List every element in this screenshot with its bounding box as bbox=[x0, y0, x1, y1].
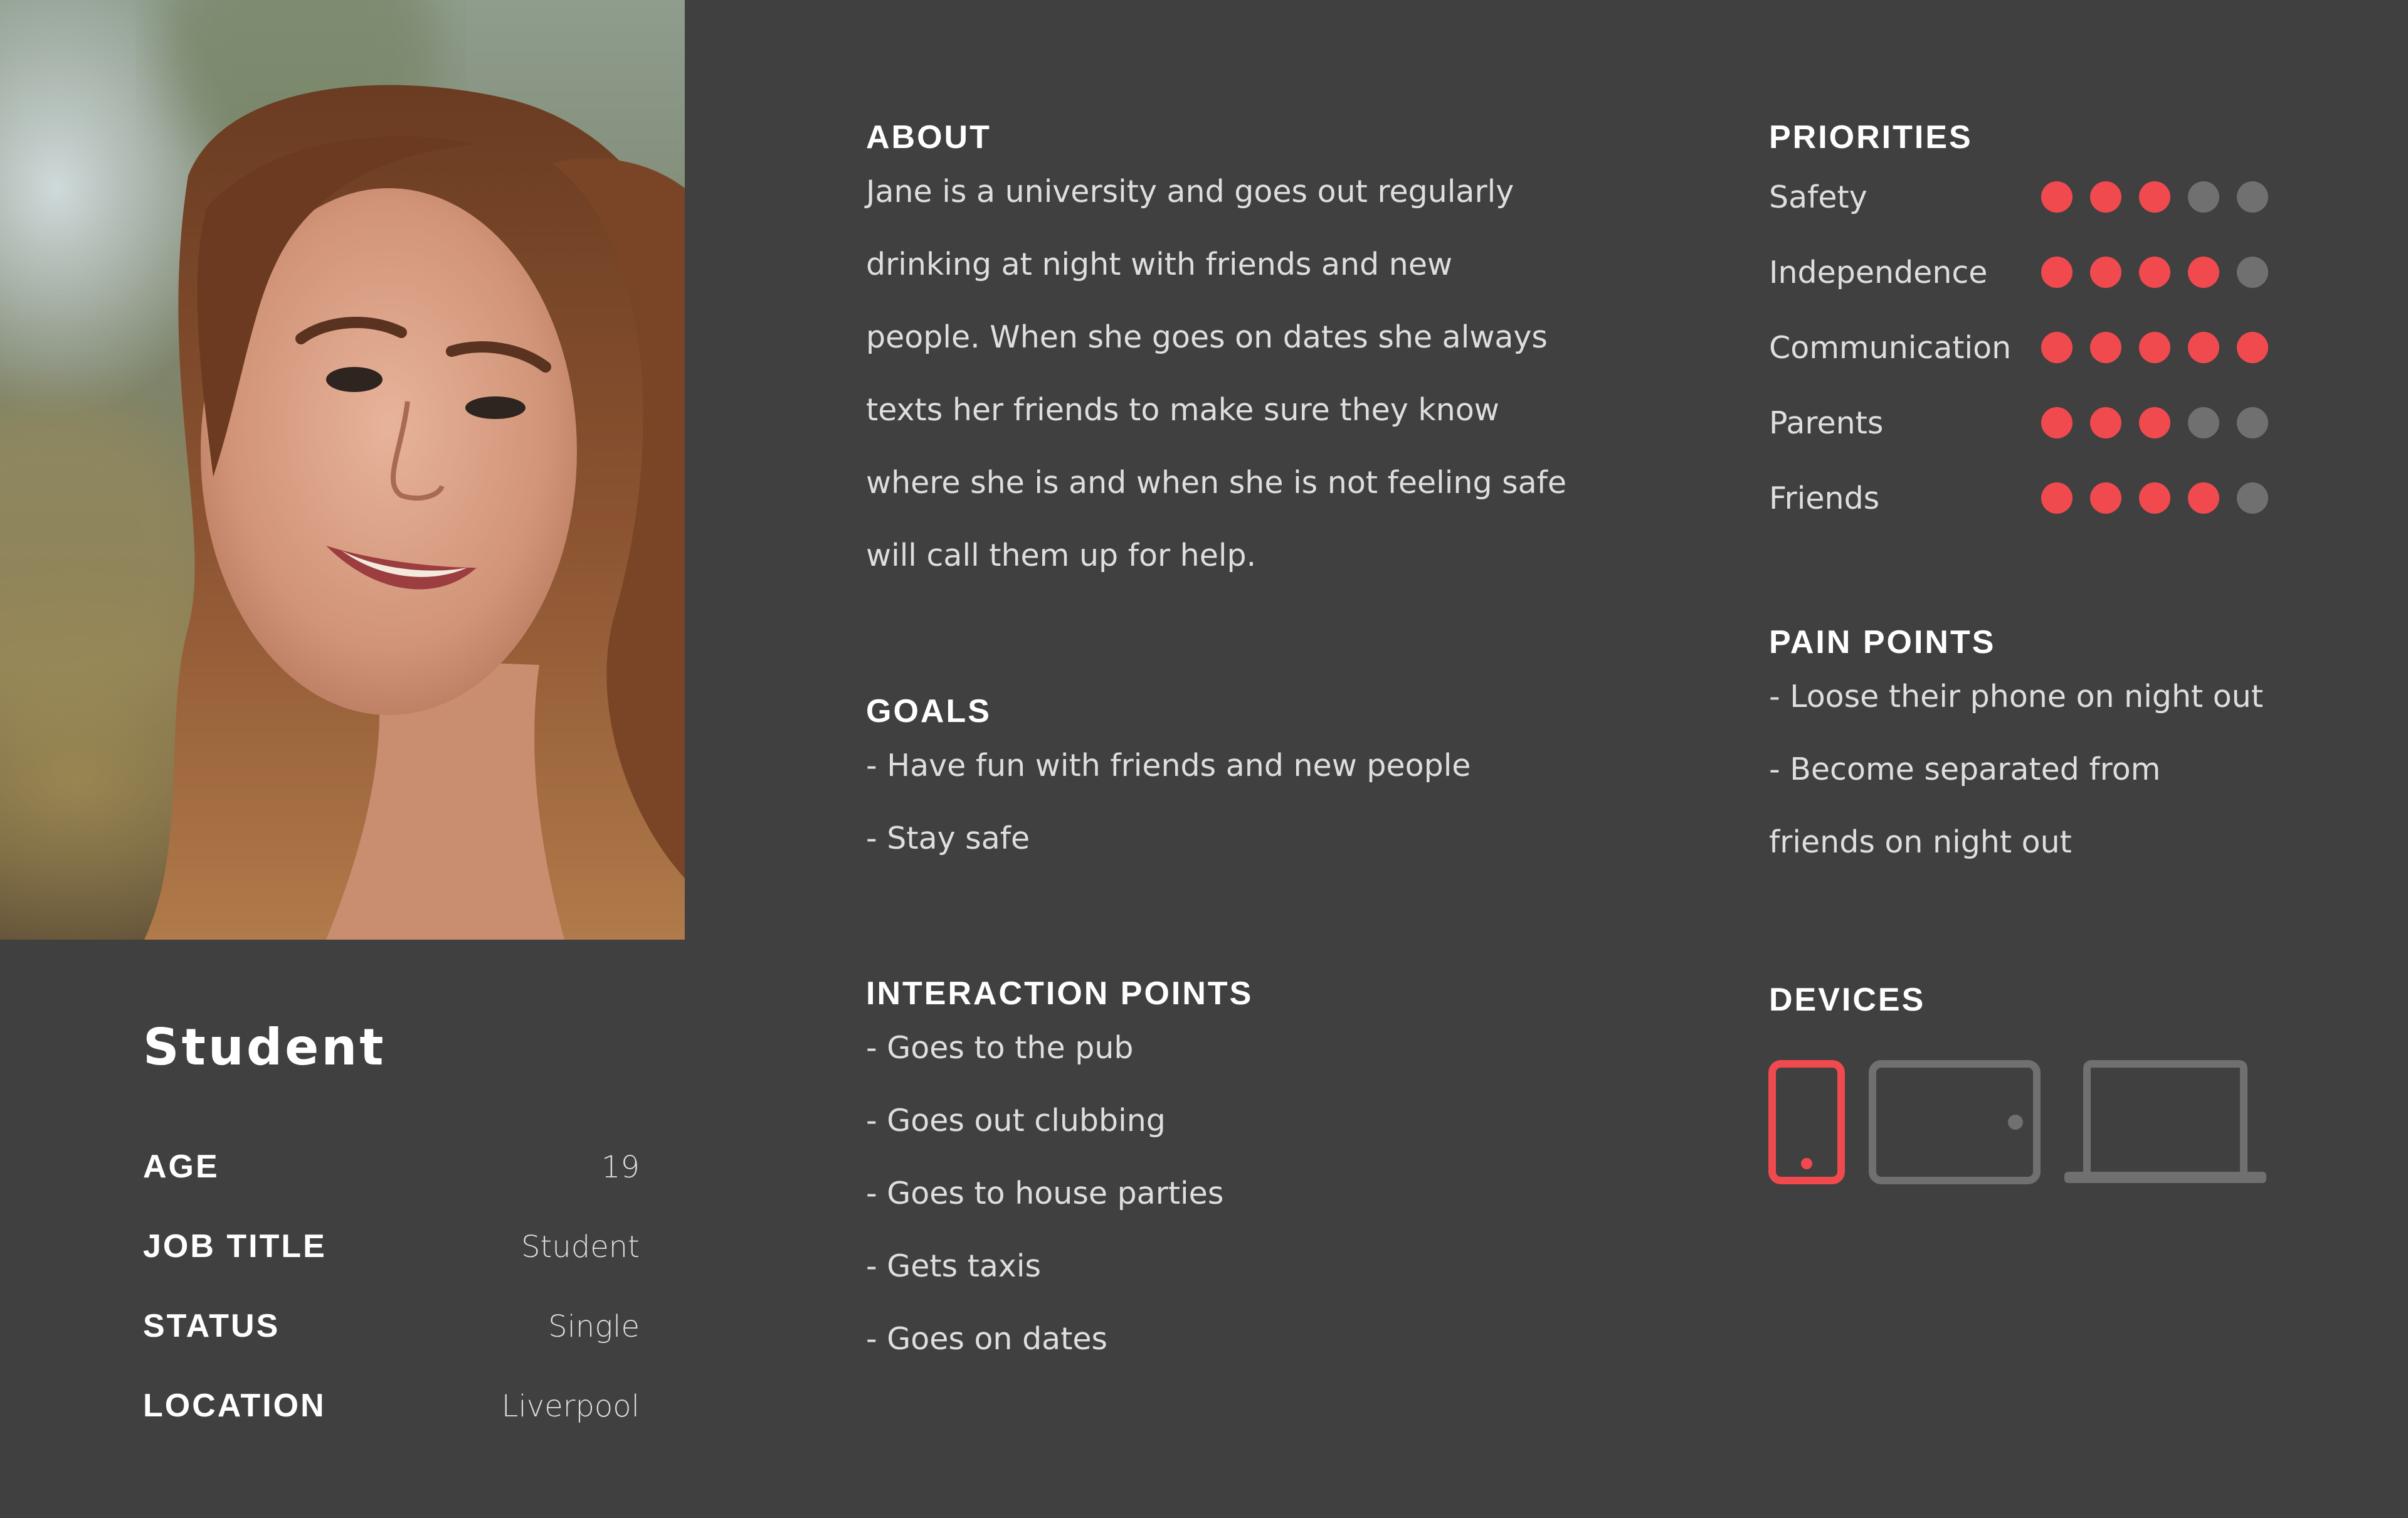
fact-label: AGE bbox=[143, 1149, 219, 1185]
devices-list bbox=[1768, 1060, 2270, 1186]
fact-value: 19 bbox=[601, 1150, 640, 1185]
priorities-section: PRIORITIES Safety Independence Communica… bbox=[1769, 118, 2268, 536]
rating-dot-filled bbox=[2139, 257, 2170, 289]
list-item: - Stay safe bbox=[866, 820, 1030, 857]
priority-label: Parents bbox=[1769, 405, 1884, 441]
goals-list: - Have fun with friends and new people -… bbox=[866, 730, 1471, 875]
priority-row: Independence bbox=[1769, 235, 2268, 310]
goals-heading: GOALS bbox=[866, 693, 991, 730]
pain-points-list: - Loose their phone on night out - Becom… bbox=[1769, 661, 2263, 879]
rating-dot-filled bbox=[2090, 482, 2121, 514]
priority-label: Independence bbox=[1769, 254, 1988, 290]
about-text: Jane is a university and goes out regula… bbox=[866, 174, 1567, 574]
priorities-heading: PRIORITIES bbox=[1769, 119, 1973, 156]
fact-value: Liverpool bbox=[501, 1389, 640, 1424]
list-item: - Become separated from bbox=[1769, 751, 2161, 788]
interaction-points-section: INTERACTION POINTS - Goes to the pub - G… bbox=[866, 974, 1253, 1376]
rating-dot-filled bbox=[2041, 332, 2073, 364]
list-item: - Goes out clubbing bbox=[866, 1103, 1166, 1139]
laptop-icon bbox=[2064, 1060, 2266, 1183]
fact-row-location: LOCATION Liverpool bbox=[143, 1387, 640, 1467]
list-item: - Goes to the pub bbox=[866, 1030, 1134, 1066]
rating-dot-filled bbox=[2090, 332, 2121, 364]
interaction-points-heading: INTERACTION POINTS bbox=[866, 975, 1254, 1012]
devices-section: DEVICES bbox=[1769, 980, 1925, 1031]
rating-dot-filled bbox=[2188, 482, 2219, 514]
rating-dot-filled bbox=[2139, 482, 2170, 514]
list-item: - Goes to house parties bbox=[866, 1176, 1224, 1212]
priority-rating bbox=[2041, 407, 2268, 439]
about-section: ABOUT Jane is a university and goes out … bbox=[866, 118, 1575, 592]
portrait-illustration bbox=[0, 0, 685, 940]
rating-dot-filled bbox=[2139, 332, 2170, 364]
pain-points-heading: PAIN POINTS bbox=[1769, 624, 1996, 661]
phone-icon bbox=[1768, 1060, 1845, 1184]
rating-dot-empty bbox=[2188, 407, 2219, 439]
about-heading: ABOUT bbox=[866, 119, 991, 156]
persona-facts: AGE 19 JOB TITLE Student STATUS Single L… bbox=[143, 1148, 640, 1467]
priority-row: Parents bbox=[1769, 385, 2268, 460]
rating-dot-empty bbox=[2237, 407, 2268, 439]
persona-photo bbox=[0, 0, 685, 940]
fact-value: Student bbox=[521, 1229, 640, 1265]
fact-label: STATUS bbox=[143, 1308, 280, 1344]
goals-section: GOALS - Have fun with friends and new pe… bbox=[866, 692, 1471, 875]
list-item: friends on night out bbox=[1769, 824, 2072, 861]
rating-dot-empty bbox=[2188, 181, 2219, 213]
rating-dot-filled bbox=[2090, 257, 2121, 289]
pain-points-section: PAIN POINTS - Loose their phone on night… bbox=[1769, 623, 2263, 879]
priority-rating bbox=[2041, 332, 2268, 364]
rating-dot-filled bbox=[2041, 407, 2073, 439]
rating-dot-filled bbox=[2090, 181, 2121, 213]
rating-dot-filled bbox=[2188, 332, 2219, 364]
rating-dot-filled bbox=[2139, 407, 2170, 439]
fact-value: Single bbox=[548, 1309, 640, 1344]
priority-rating bbox=[2041, 181, 2268, 213]
rating-dot-filled bbox=[2139, 181, 2170, 213]
list-item: - Gets taxis bbox=[866, 1248, 1042, 1285]
rating-dot-filled bbox=[2090, 407, 2121, 439]
priority-label: Communication bbox=[1769, 329, 2012, 366]
rating-dot-empty bbox=[2237, 257, 2268, 289]
priority-label: Friends bbox=[1769, 480, 1880, 516]
fact-label: JOB TITLE bbox=[143, 1228, 327, 1265]
rating-dot-filled bbox=[2188, 257, 2219, 289]
priority-row: Communication bbox=[1769, 310, 2268, 385]
persona-title: Student bbox=[143, 1018, 386, 1076]
fact-row-status: STATUS Single bbox=[143, 1307, 640, 1387]
tablet-icon bbox=[1869, 1060, 2041, 1184]
fact-row-job-title: JOB TITLE Student bbox=[143, 1228, 640, 1307]
list-item: - Loose their phone on night out bbox=[1769, 679, 2264, 715]
rating-dot-empty bbox=[2237, 181, 2268, 213]
fact-label: LOCATION bbox=[143, 1388, 326, 1424]
fact-row-age: AGE 19 bbox=[143, 1148, 640, 1228]
priority-label: Safety bbox=[1769, 179, 1867, 215]
list-item: - Have fun with friends and new people bbox=[866, 748, 1471, 784]
rating-dot-filled bbox=[2041, 482, 2073, 514]
rating-dot-empty bbox=[2237, 482, 2268, 514]
devices-heading: DEVICES bbox=[1769, 982, 1926, 1018]
priority-row: Friends bbox=[1769, 460, 2268, 536]
list-item: - Goes on dates bbox=[866, 1321, 1108, 1357]
priorities-list: Safety Independence Communication Parent… bbox=[1769, 159, 2268, 536]
rating-dot-filled bbox=[2237, 332, 2268, 364]
rating-dot-filled bbox=[2041, 257, 2073, 289]
rating-dot-filled bbox=[2041, 181, 2073, 213]
priority-rating bbox=[2041, 257, 2268, 289]
interaction-points-list: - Goes to the pub - Goes out clubbing - … bbox=[866, 1012, 1253, 1376]
priority-row: Safety bbox=[1769, 159, 2268, 235]
priority-rating bbox=[2041, 482, 2268, 514]
